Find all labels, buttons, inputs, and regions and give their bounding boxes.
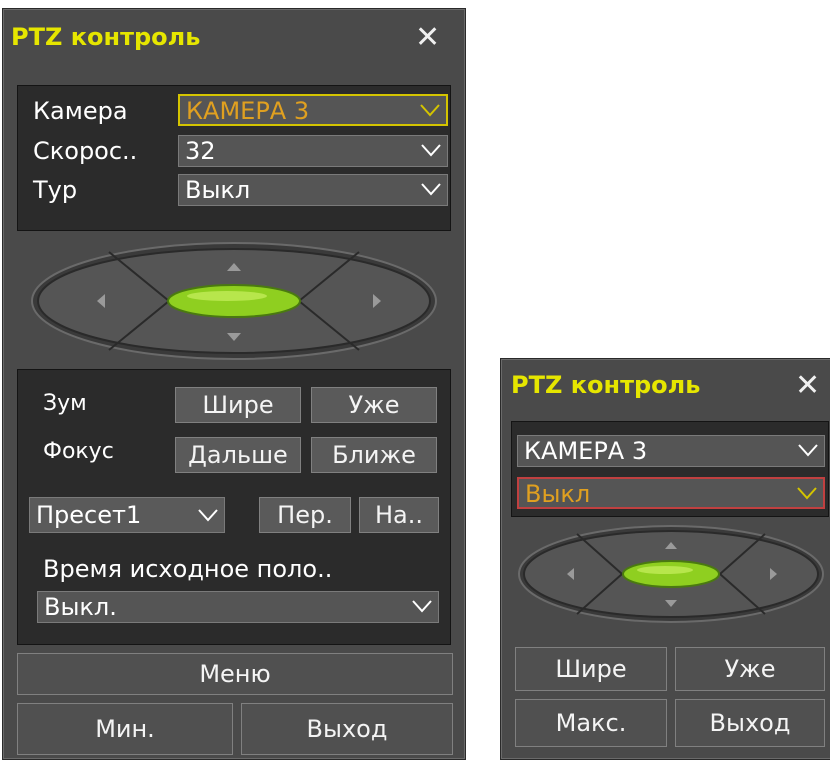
preset-set-button[interactable]: На.. <box>359 497 439 533</box>
center-home-button[interactable] <box>622 560 720 588</box>
ptz-control-panel-large: PTZ контроль ✕ Камера КАМЕРА 3 Скорос.. … <box>2 8 466 760</box>
preset-select-value: Пресет1 <box>36 501 142 529</box>
tour-select-value: Выкл <box>185 176 251 204</box>
chevron-down-icon <box>198 509 218 522</box>
minimize-button[interactable]: Мин. <box>17 703 233 755</box>
camera-select-value: КАМЕРА 3 <box>186 97 310 125</box>
home-time-label: Время исходное поло.. <box>43 555 333 583</box>
chevron-down-icon <box>798 444 818 457</box>
camera-label: Камера <box>33 97 128 125</box>
chevron-down-icon <box>412 600 432 613</box>
close-icon[interactable]: ✕ <box>415 23 440 53</box>
exit-button[interactable]: Выход <box>675 699 825 747</box>
speed-select-value: 32 <box>185 137 216 165</box>
focus-label: Фокус <box>43 439 114 464</box>
speed-label: Скорос.. <box>33 137 138 165</box>
chevron-down-icon <box>421 144 441 157</box>
focus-near-button[interactable]: Ближе <box>311 437 437 473</box>
menu-button[interactable]: Меню <box>17 653 453 695</box>
chevron-down-icon <box>421 183 441 196</box>
camera-select-value: КАМЕРА 3 <box>524 437 648 465</box>
tour-select[interactable]: Выкл <box>178 174 448 206</box>
camera-select[interactable]: КАМЕРА 3 <box>517 435 825 467</box>
preset-goto-button[interactable]: Пер. <box>259 497 351 533</box>
panel-title: PTZ контроль <box>11 23 201 51</box>
camera-select[interactable]: КАМЕРА 3 <box>178 94 448 126</box>
home-time-select-value: Выкл. <box>44 593 117 621</box>
close-icon[interactable]: ✕ <box>795 371 820 401</box>
ptz-direction-pad[interactable] <box>515 521 827 627</box>
maximize-button[interactable]: Макс. <box>515 699 667 747</box>
zoom-wider-button[interactable]: Шире <box>175 387 301 423</box>
focus-far-button[interactable]: Дальше <box>175 437 301 473</box>
chevron-down-icon <box>797 487 817 500</box>
home-time-select[interactable]: Выкл. <box>37 591 439 623</box>
speed-select[interactable]: 32 <box>178 135 448 167</box>
tour-select[interactable]: Выкл <box>517 477 825 509</box>
zoom-label: Зум <box>43 391 87 416</box>
ptz-control-panel-small: PTZ контроль ✕ КАМЕРА 3 Выкл Шире Уже Ма… <box>500 358 830 760</box>
panel-title: PTZ контроль <box>511 371 701 399</box>
zoom-narrower-button[interactable]: Уже <box>311 387 437 423</box>
center-home-button[interactable] <box>167 284 301 318</box>
chevron-down-icon <box>420 104 440 117</box>
zoom-wider-button[interactable]: Шире <box>515 647 667 691</box>
exit-button[interactable]: Выход <box>241 703 453 755</box>
ptz-direction-pad[interactable] <box>27 237 441 365</box>
tour-label: Тур <box>33 176 78 204</box>
zoom-narrower-button[interactable]: Уже <box>675 647 825 691</box>
preset-select[interactable]: Пресет1 <box>29 497 225 533</box>
tour-select-value: Выкл <box>525 480 591 508</box>
